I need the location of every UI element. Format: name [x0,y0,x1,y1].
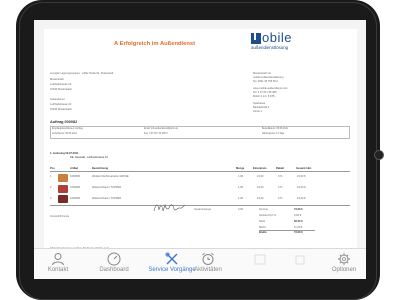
tab-kontakt[interactable]: Kontakt [38,249,78,279]
row-unit-price: 24,00 [257,197,264,200]
contact-line: Tel. 0 97 66 / 55 489 [253,91,277,94]
row-pos: 3 [50,197,52,200]
order-info-cell: Empfangskonditionen: Auftrag [52,128,83,130]
contact-line: Mobil: 0 14 / 8 978 - [253,95,276,98]
bank-line: Konto 1 [253,110,262,113]
row-discount: 0 % [278,186,283,189]
tab-label: Kontakt [47,267,69,273]
totals-label: Netto [259,220,266,223]
screen: A Erfolgreich im Außendienst obile außen… [34,20,366,278]
order-info-cell: Lieferdatum: 09.06.2011 [52,133,77,135]
totals-value: 72,00 € [294,208,303,211]
order-info-cell: Zahlungsziel: 14 Tage [262,133,285,135]
company-line: Musterstadt mit [253,72,271,75]
row-unit-price: 24,00 [257,175,264,178]
brand-tagline: außendienstlösung [251,45,289,50]
col-header-qty: Menge [236,167,245,170]
row-discount: 0 % [278,197,283,200]
product-thumbnail [58,195,68,203]
totals-label: Summe [259,208,268,211]
calendar-icon [254,254,266,265]
company-line: Tel. 0931 45 765 66 0 [253,80,278,83]
row-qty: 1,00 [238,197,244,200]
totals-label: Versand 0,0 % [259,214,276,217]
table-footer-rule [50,205,350,206]
address-line: 97230 Musterstadt [50,108,72,111]
totals-value: 60,50 € [294,220,303,223]
row-article: 1000082 [70,197,81,200]
total-qty-value: 3,00 [238,208,244,211]
col-header-pos: Pos [50,167,55,170]
col-header-article: Artikel [70,167,79,170]
row-total: 24,00 € [297,186,306,189]
tab-bar: Kontakt Dashboard Service Vorgänge Aktiv… [34,248,366,279]
brand-logo-mark [251,33,261,44]
person-icon [52,253,64,266]
tab-optionen[interactable]: Optionen [324,249,364,279]
tab-dashboard[interactable]: Dashboard [88,249,140,279]
row-qty: 1,00 [238,186,244,189]
row-unit-price: 24,00 [257,186,264,189]
signature-caption: Unterschrift Kunde [50,216,70,218]
product-thumbnail [58,185,68,193]
sender-line: Lexington Lagerungssysteme · Löffler Str… [50,73,114,75]
row-pos: 1 [50,175,52,178]
tab-label: Aktivitäten [194,267,222,273]
total-qty-label: Gesamtmenge [194,208,212,211]
order-info-cell: Bestelldatum: 08.06.2011 [262,128,288,130]
tab-label: Dashboard [99,267,129,273]
row-total: 24,00 € [297,175,306,178]
customer-signature [153,203,186,212]
gear-icon [338,253,350,265]
col-header-total: Gesamt inkl. [296,167,312,170]
recipient-line: Musterstadt [50,78,64,81]
totals-label: MwSt. [259,226,267,229]
speedometer-icon [107,252,121,266]
row-description: Wasserschaum TOPPER [92,197,122,200]
bag-icon [295,255,305,265]
delivery-line: 1. Lieferung 09.07.2011 - [50,152,80,155]
row-pos: 2 [50,186,52,189]
row-description: Wasserschaum TOPPER [92,186,122,189]
col-header-description: Bezeichnung [92,167,109,170]
alarm-clock-icon [202,252,214,265]
tab-shop[interactable] [280,249,320,279]
totals-rule [259,230,315,231]
col-header-discount: Rabatt [276,167,285,170]
tools-icon [165,252,178,265]
contact-line: www.mobile-außendienst.com [253,87,288,90]
tab-label: Optionen [331,267,357,273]
tab-aktivitaeten[interactable]: Aktivitäten [184,249,232,279]
order-info-cell: Fax: 0 97 66 / 55 489 0 [144,133,168,135]
row-total: 24,00 € [297,197,306,200]
order-document[interactable]: A Erfolgreich im Außendienst obile außen… [44,29,357,271]
order-info-box [50,126,350,139]
bank-line: Sparkasse [253,102,266,105]
delivery-address: DE, Haustakt, Luitfriedstrasse 10 [70,156,108,159]
address-line: Luitfriedstrasse 10 [50,103,72,106]
company-line: mobile Außendienstlösung [253,76,284,79]
totals-value: 0,00 € [294,214,302,217]
row-description: Weiden Flechtmatratze GRÖßE [92,175,129,178]
home-button[interactable] [374,150,384,160]
order-info-cell: Email: info.außendienst@ehm.de [144,128,178,130]
document-title: A Erfolgreich im Außendienst [114,41,196,47]
bank-line: Bankleitzahl 0 [253,106,270,109]
totals-label: Brutto [259,231,267,234]
row-article: 1000082 [70,175,81,178]
address-line: Außendienst [50,98,65,101]
recipient-line: Luitfriedstrasse 10 [50,83,72,86]
brand-name: obile [262,30,292,45]
row-qty: 1,00 [238,175,244,178]
row-discount: 0 % [278,175,283,178]
totals-value: 11,50 € [294,226,303,229]
col-header-unit-price: Einzelpreis [253,167,267,170]
recipient-line: 97230 Musterstadt [50,88,72,91]
totals-value: 72,00 € [294,231,303,234]
product-thumbnail [58,174,68,182]
tab-calendar[interactable] [240,249,280,279]
order-heading: Auftrag 000082 [50,120,78,124]
row-article: 1000082 [70,186,81,189]
table-header-rule [50,171,350,172]
